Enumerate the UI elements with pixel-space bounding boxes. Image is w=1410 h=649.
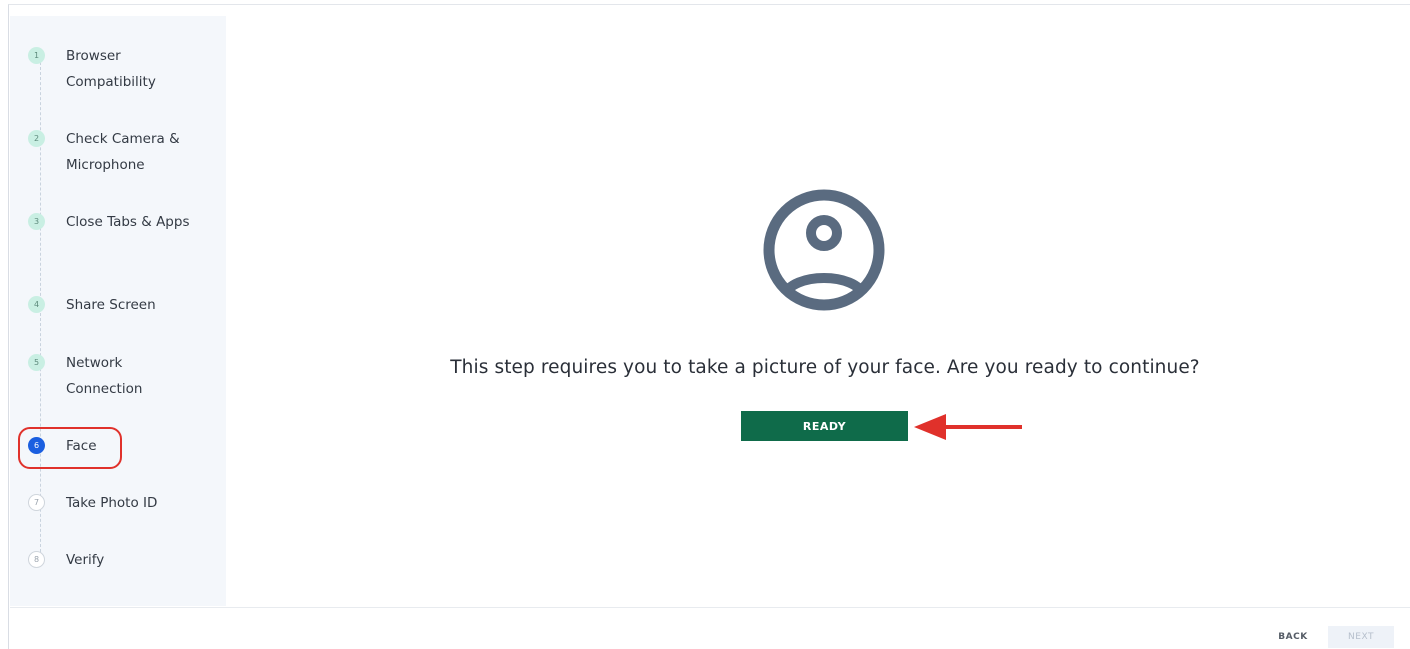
step-label: Browser Compatibility xyxy=(66,48,156,90)
step-label: Network Connection xyxy=(66,355,143,397)
step-number-badge: 1 xyxy=(28,47,45,64)
arrow-left-icon xyxy=(914,414,1022,440)
step-label: Take Photo ID xyxy=(66,495,158,511)
step-number-badge: 3 xyxy=(28,213,45,230)
step-share-screen: 4 Share Screen xyxy=(28,292,218,318)
step-number-badge: 4 xyxy=(28,296,45,313)
step-number-badge: 2 xyxy=(28,130,45,147)
step-take-photo-id: 7 Take Photo ID xyxy=(28,490,218,516)
footer-divider xyxy=(10,607,1410,608)
step-browser-compatibility: 1 Browser Compatibility xyxy=(28,43,218,95)
step-label: Share Screen xyxy=(66,297,156,313)
user-circle-icon xyxy=(763,189,885,311)
ready-button[interactable]: READY xyxy=(741,411,908,441)
step-check-camera-microphone: 2 Check Camera & Microphone xyxy=(28,126,218,178)
step-number-badge: 7 xyxy=(28,494,45,511)
step-number-badge: 6 xyxy=(28,437,45,454)
step-close-tabs-apps: 3 Close Tabs & Apps xyxy=(28,209,218,235)
step-verify: 8 Verify xyxy=(28,547,218,573)
step-network-connection: 5 Network Connection xyxy=(28,350,218,402)
step-label: Verify xyxy=(66,552,105,568)
step-number-badge: 5 xyxy=(28,354,45,371)
face-step-prompt: This step requires you to take a picture… xyxy=(450,357,1200,378)
step-label: Check Camera & Microphone xyxy=(66,131,180,173)
next-button[interactable]: NEXT xyxy=(1328,626,1394,648)
step-number-badge: 8 xyxy=(28,551,45,568)
step-label: Close Tabs & Apps xyxy=(66,214,190,230)
back-button[interactable]: BACK xyxy=(1268,626,1318,648)
